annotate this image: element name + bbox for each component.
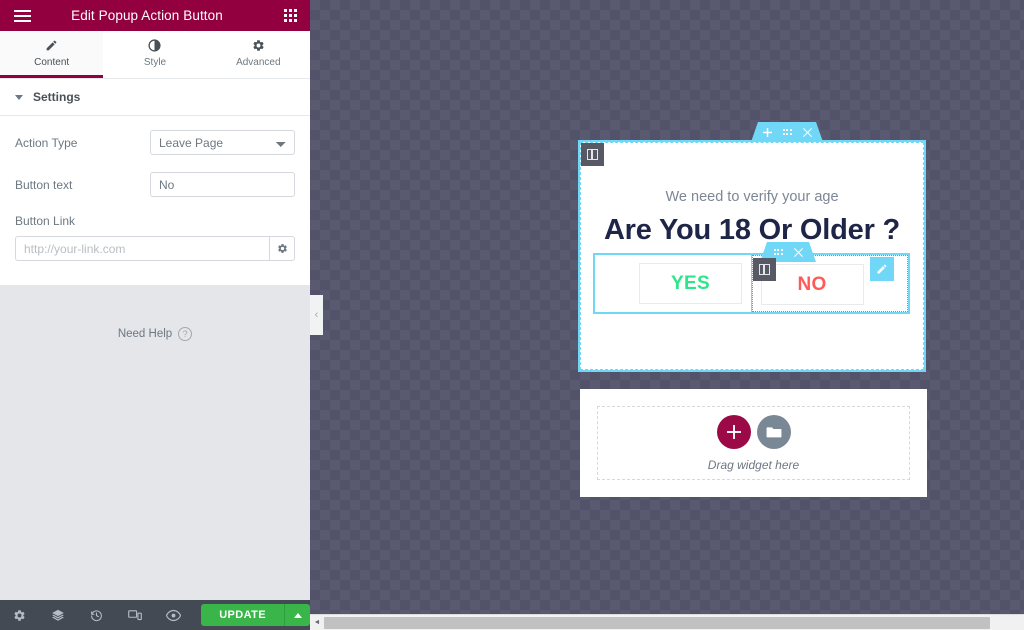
- button-link-label: Button Link: [15, 214, 76, 228]
- update-button[interactable]: UPDATE: [201, 604, 285, 626]
- horizontal-scrollbar[interactable]: ◄: [310, 614, 1024, 630]
- tab-advanced[interactable]: Advanced: [206, 31, 310, 78]
- contrast-circle-icon: [148, 38, 162, 53]
- pencil-icon: [45, 38, 58, 53]
- section-toolbar: [751, 122, 823, 142]
- button-text-label: Button text: [15, 177, 73, 192]
- action-type-select[interactable]: Leave PageDo Not Show AgainClose PopupOp…: [150, 130, 295, 155]
- column-icon[interactable]: [581, 143, 604, 166]
- panel-collapse-toggle[interactable]: ‹: [310, 295, 323, 335]
- panel-footer: UPDATE: [0, 600, 311, 630]
- buttons-section: YES NO: [593, 253, 910, 314]
- question-circle-icon: ?: [178, 327, 193, 341]
- panel-title: Edit Popup Action Button: [71, 8, 223, 23]
- settings-gear-icon[interactable]: [0, 600, 39, 630]
- button-column-left[interactable]: YES: [595, 255, 752, 312]
- controls-container: Action Type Leave PageDo Not Show AgainC…: [0, 116, 310, 285]
- tab-content[interactable]: Content: [0, 31, 104, 78]
- drag-dots-icon[interactable]: [774, 249, 783, 255]
- editor-canvas: We need to verify your age Are You 18 Or…: [310, 0, 1024, 614]
- close-x-icon[interactable]: [803, 128, 812, 137]
- navigator-layers-icon[interactable]: [39, 600, 78, 630]
- panel-empty-area: Need Help ?: [0, 285, 310, 600]
- need-help-label: Need Help: [117, 328, 173, 340]
- panel-tabs: Content Style Advanced: [0, 31, 310, 79]
- scrollbar-thumb[interactable]: [324, 616, 990, 629]
- button-text-input[interactable]: [150, 172, 295, 197]
- gear-icon: [252, 38, 265, 53]
- tab-style[interactable]: Style: [103, 31, 207, 78]
- widgets-grid-icon[interactable]: [270, 0, 310, 31]
- button-link-row: Button Link: [15, 214, 295, 261]
- action-type-label: Action Type: [15, 135, 78, 150]
- history-revisions-icon[interactable]: [77, 600, 116, 630]
- drag-widget-dropzone[interactable]: Drag widget here: [597, 406, 910, 480]
- panel-header: Edit Popup Action Button: [0, 0, 310, 31]
- drag-dots-icon[interactable]: [783, 129, 792, 135]
- inner-column-icon[interactable]: [753, 258, 776, 281]
- popup-subtitle: We need to verify your age: [665, 189, 839, 205]
- button-text-row: Button text: [15, 172, 295, 197]
- update-options-caret-icon[interactable]: [284, 604, 311, 626]
- folder-icon[interactable]: [756, 414, 791, 449]
- plus-circle-icon[interactable]: [716, 414, 751, 449]
- need-help-link[interactable]: Need Help ?: [0, 327, 310, 341]
- dropzone-label: Drag widget here: [707, 457, 800, 472]
- update-button-group: UPDATE: [201, 604, 311, 626]
- plus-icon[interactable]: [763, 128, 772, 137]
- grid-dots: [283, 9, 297, 22]
- tab-content-label: Content: [34, 57, 70, 68]
- tab-style-label: Style: [143, 57, 167, 68]
- pencil-edit-icon[interactable]: [870, 257, 894, 281]
- settings-section-title: Settings: [33, 90, 81, 104]
- chevron-left-icon: ‹: [314, 309, 319, 321]
- dropzone-section: Drag widget here: [580, 389, 927, 497]
- yes-button[interactable]: YES: [639, 263, 742, 304]
- preview-eye-icon[interactable]: [155, 600, 194, 630]
- button-link-input[interactable]: [15, 236, 269, 261]
- settings-section-header[interactable]: Settings: [0, 79, 310, 116]
- link-options-gear-icon[interactable]: [269, 236, 295, 261]
- close-x-icon[interactable]: [794, 248, 803, 257]
- action-type-row: Action Type Leave PageDo Not Show AgainC…: [15, 130, 295, 155]
- popup-heading: Are You 18 Or Older ?: [603, 214, 901, 246]
- scroll-left-arrow-icon[interactable]: ◄: [310, 615, 324, 630]
- responsive-mode-icon[interactable]: [116, 600, 155, 630]
- caret-down-icon: [15, 94, 23, 100]
- editor-panel: Edit Popup Action Button Content Style A…: [0, 0, 311, 630]
- tab-advanced-label: Advanced: [236, 57, 281, 68]
- popup-preview: We need to verify your age Are You 18 Or…: [578, 140, 926, 372]
